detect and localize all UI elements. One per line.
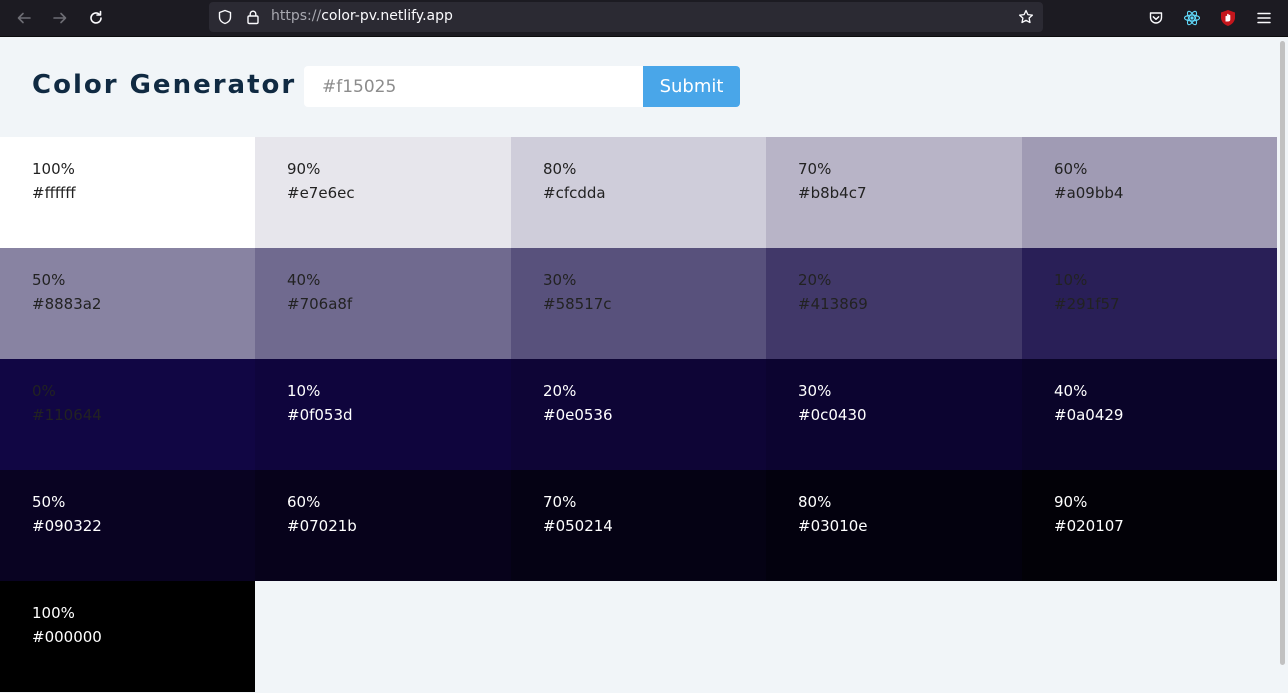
swatch-percent: 0% [32,382,56,400]
swatch-hex: #291f57 [1054,295,1120,313]
swatch-hex: #07021b [287,517,357,535]
submit-button[interactable]: Submit [643,66,740,107]
browser-toolbar: https://color-pv.netlify.app [0,0,1288,37]
color-swatch[interactable]: 80% #03010e [766,470,1022,581]
color-swatch[interactable]: 90% #020107 [1022,470,1277,581]
color-swatch[interactable]: 50% #8883a2 [0,248,255,359]
page-viewport: Color Generator Submit 100% #ffffff 90% #e7… [0,37,1277,693]
page-scrollbar[interactable] [1277,37,1288,693]
swatch-percent: 90% [1054,493,1088,511]
color-swatch[interactable]: 70% #b8b4c7 [766,137,1022,248]
color-swatch[interactable]: 60% #a09bb4 [1022,137,1277,248]
swatch-hex: #000000 [32,628,102,646]
swatch-hex: #413869 [798,295,868,313]
back-arrow-icon[interactable] [13,7,35,29]
swatch-percent: 60% [287,493,321,511]
forward-arrow-icon[interactable] [49,7,71,29]
color-swatch[interactable]: 100% #000000 [0,581,255,692]
swatch-hex: #ffffff [32,184,76,202]
swatch-percent: 50% [32,493,66,511]
swatch-percent: 30% [543,271,577,289]
swatch-hex: #706a8f [287,295,353,313]
color-swatch[interactable]: 50% #090322 [0,470,255,581]
hamburger-menu-icon[interactable] [1253,7,1275,29]
swatch-percent: 30% [798,382,832,400]
swatch-percent: 20% [543,382,577,400]
swatch-hex: #050214 [543,517,613,535]
swatch-hex: #0a0429 [1054,406,1124,424]
swatch-percent: 100% [32,160,75,178]
color-swatch[interactable]: 10% #291f57 [1022,248,1277,359]
swatch-hex: #b8b4c7 [798,184,867,202]
swatch-hex: #03010e [798,517,868,535]
swatch-hex: #e7e6ec [287,184,355,202]
lock-icon[interactable] [242,6,264,28]
react-devtools-icon[interactable] [1181,7,1203,29]
page-title: Color Generator [32,70,297,100]
color-swatch[interactable]: 90% #e7e6ec [255,137,511,248]
color-swatch[interactable]: 20% #0e0536 [511,359,766,470]
swatch-percent: 10% [1054,271,1088,289]
swatch-hex: #a09bb4 [1054,184,1124,202]
color-swatch[interactable]: 80% #cfcdda [511,137,766,248]
swatch-hex: #020107 [1054,517,1124,535]
swatch-percent: 100% [32,604,75,622]
bookmark-star-icon[interactable] [1015,6,1037,28]
color-swatch[interactable]: 0% #110644 [0,359,255,470]
reload-icon[interactable] [85,7,107,29]
swatch-hex: #0f053d [287,406,353,424]
color-swatch[interactable]: 20% #413869 [766,248,1022,359]
swatch-hex: #0e0536 [543,406,613,424]
swatch-hex: #cfcdda [543,184,606,202]
swatch-percent: 40% [287,271,321,289]
color-swatch[interactable]: 10% #0f053d [255,359,511,470]
swatch-hex: #58517c [543,295,612,313]
url-host: color-pv.netlify.app [321,8,453,24]
color-swatch[interactable]: 70% #050214 [511,470,766,581]
tracking-shield-icon[interactable] [214,6,236,28]
swatch-percent: 70% [543,493,577,511]
swatch-hex: #110644 [32,406,102,424]
swatch-percent: 70% [798,160,832,178]
pocket-icon[interactable] [1145,7,1167,29]
swatch-percent: 40% [1054,382,1088,400]
swatch-percent: 60% [1054,160,1088,178]
swatch-percent: 80% [798,493,832,511]
color-swatch[interactable]: 100% #ffffff [0,137,255,248]
swatch-percent: 80% [543,160,577,178]
color-swatch[interactable]: 30% #58517c [511,248,766,359]
color-swatch[interactable]: 60% #07021b [255,470,511,581]
swatch-percent: 10% [287,382,321,400]
scrollbar-thumb[interactable] [1280,41,1285,665]
color-swatch[interactable]: 40% #706a8f [255,248,511,359]
swatch-hex: #090322 [32,517,102,535]
swatch-hex: #8883a2 [32,295,102,313]
swatch-percent: 20% [798,271,832,289]
swatch-percent: 50% [32,271,66,289]
url-bar[interactable]: https://color-pv.netlify.app [209,2,1043,32]
url-scheme: https:// [271,8,322,24]
color-input[interactable] [304,66,643,107]
swatch-percent: 90% [287,160,321,178]
ublock-icon[interactable] [1217,7,1239,29]
color-swatch[interactable]: 40% #0a0429 [1022,359,1277,470]
swatch-hex: #0c0430 [798,406,867,424]
url-text[interactable]: https://color-pv.netlify.app [271,8,453,24]
color-swatch[interactable]: 30% #0c0430 [766,359,1022,470]
